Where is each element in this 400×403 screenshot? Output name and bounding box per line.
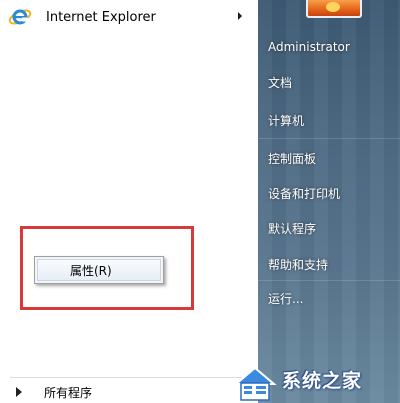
places-item-label: 文档 (268, 75, 293, 90)
places-item-label: 计算机 (268, 113, 305, 128)
internet-explorer-icon (8, 9, 32, 25)
user-name-label: Administrator (268, 40, 350, 54)
user-picture[interactable] (306, 0, 362, 18)
places-item-documents[interactable]: 文档 (268, 71, 396, 93)
places-item-label: 帮助和支持 (268, 257, 329, 272)
context-menu-item-properties[interactable]: 属性(R) (37, 259, 161, 281)
divider (258, 280, 400, 281)
places-item-default-programs[interactable]: 默认程序 (268, 217, 396, 239)
divider (258, 138, 400, 139)
submenu-arrow-icon[interactable] (238, 12, 242, 20)
house-logo-icon (233, 366, 277, 401)
user-name-item[interactable]: Administrator (268, 36, 396, 58)
places-item-label: 设备和打印机 (268, 186, 341, 201)
places-item-run[interactable]: 运行... (268, 287, 396, 309)
places-item-label: 控制面板 (268, 151, 317, 166)
watermark-text: 系统之家 (282, 370, 363, 392)
flower-icon (326, 2, 340, 12)
places-item-control-panel[interactable]: 控制面板 (268, 147, 396, 169)
divider (10, 377, 250, 378)
places-item-computer[interactable]: 计算机 (268, 109, 396, 131)
watermark: 系统之家 (232, 358, 400, 403)
places-item-label: 运行... (268, 291, 304, 306)
context-menu-item-label: 属性(R) (70, 263, 112, 278)
places-item-help-support[interactable]: 帮助和支持 (268, 253, 396, 275)
places-item-label: 默认程序 (268, 221, 317, 236)
expand-triangle-icon (16, 387, 22, 397)
internet-explorer-item[interactable]: Internet Explorer (6, 4, 250, 30)
internet-explorer-label: Internet Explorer (46, 9, 156, 25)
start-menu-places-pane: Administrator 文档 计算机 控制面板 设备和打印机 默认程序 帮助… (258, 0, 400, 403)
all-programs-button[interactable]: 所有程序 (10, 382, 250, 402)
context-menu: 属性(R) (34, 256, 164, 284)
places-item-devices-printers[interactable]: 设备和打印机 (268, 182, 396, 204)
all-programs-label: 所有程序 (44, 385, 93, 400)
start-menu-programs-pane: Internet Explorer 所有程序 (0, 0, 258, 403)
